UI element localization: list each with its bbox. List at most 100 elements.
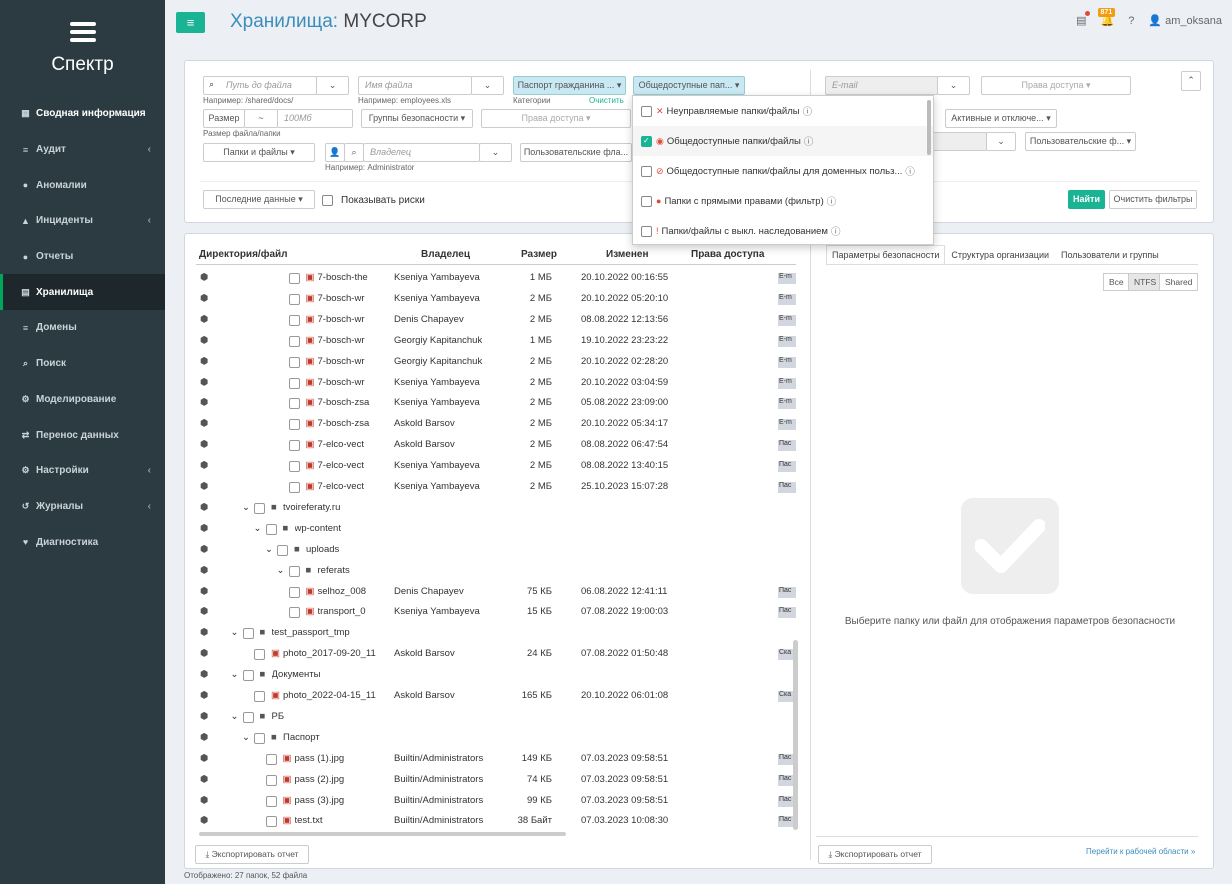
- dropdown-option-3[interactable]: ● Папки с прямыми правами (фильтр) ⓘ: [633, 186, 933, 216]
- chevron-down-icon[interactable]: ⌄: [277, 565, 285, 576]
- row-checkbox[interactable]: [288, 440, 300, 452]
- row-checkbox[interactable]: [265, 523, 277, 535]
- sidebar-item-11[interactable]: ↺ Журналы ‹: [0, 489, 165, 525]
- row-checkbox[interactable]: [288, 356, 300, 368]
- path-options-button[interactable]: ⌄: [316, 76, 349, 95]
- group-options-button[interactable]: ⌄: [986, 132, 1016, 151]
- owner-options-button[interactable]: ⌄: [479, 143, 512, 162]
- tree-scrollbar[interactable]: [793, 640, 798, 830]
- table-row[interactable]: ⬢ ▣ 7-elco-vect Kseniya Yambayeva 2 МБ 08.08.…: [196, 456, 796, 477]
- table-row[interactable]: ⬢ ▣ selhoz_008 Denis Chapayev 75 КБ 06.08.202…: [196, 582, 796, 603]
- table-row[interactable]: ⬢ ▣ 7-elco-vect Askold Barsov 2 МБ 08.08.2022…: [196, 435, 796, 456]
- filename-options-button[interactable]: ⌄: [471, 76, 504, 95]
- table-row[interactable]: ⬢ ▣ photo_2017-09-20_11 Askold Barsov 24 КБ 0…: [196, 644, 796, 665]
- chevron-down-icon[interactable]: ⌄: [254, 523, 262, 534]
- row-checkbox[interactable]: [242, 711, 254, 723]
- sidebar-item-3[interactable]: ▲ Инциденты ‹: [0, 203, 165, 239]
- workspace-link[interactable]: Перейти к рабочей области »: [1086, 847, 1195, 856]
- table-row[interactable]: ⬢ ⌄ ■ wp-content: [196, 519, 796, 540]
- group-input[interactable]: [925, 132, 987, 151]
- filename-input[interactable]: Имя файла: [358, 76, 472, 95]
- sidebar-item-1[interactable]: ≡ Аудит ‹: [0, 132, 165, 168]
- row-checkbox[interactable]: [288, 273, 300, 284]
- dropdown-option-4[interactable]: ! Папки/файлы с выкл. наследованием ⓘ: [633, 216, 933, 246]
- row-checkbox[interactable]: [265, 753, 277, 765]
- table-row[interactable]: ⬢ ▣ 7-bosch-wr Georgiy Kapitanchuk 1 МБ 19.10…: [196, 331, 796, 352]
- table-row[interactable]: ⬢ ⌄ ■ Документы: [196, 665, 796, 686]
- size-input[interactable]: 100Мб: [277, 109, 353, 128]
- row-checkbox[interactable]: [288, 314, 300, 326]
- row-checkbox[interactable]: [242, 628, 254, 640]
- row-checkbox[interactable]: [242, 670, 254, 682]
- table-row[interactable]: ⬢ ⌄ ■ РБ: [196, 707, 796, 728]
- table-row[interactable]: ⬢ ⌄ ■ test_passport_tmp: [196, 623, 796, 644]
- menu-toggle-button[interactable]: ≡: [176, 12, 205, 33]
- active-users-select[interactable]: Активные и отключе... ▾: [945, 109, 1057, 128]
- public-folders-select[interactable]: Общедоступные пап... ▾: [633, 76, 745, 95]
- chevron-down-icon[interactable]: ⌄: [231, 669, 239, 680]
- sidebar-item-10[interactable]: ⚙ Настройки ‹: [0, 453, 165, 489]
- export-right-button[interactable]: ⤓ Экспортировать отчет: [818, 845, 932, 864]
- col-header-size[interactable]: Размер: [521, 249, 557, 260]
- category-select[interactable]: Паспорт гражданина ... ▾: [513, 76, 626, 95]
- table-row[interactable]: ⬢ ▣ transport_0 Kseniya Yambayeva 15 КБ 07.08…: [196, 602, 796, 623]
- row-checkbox[interactable]: [254, 649, 265, 661]
- table-row[interactable]: ⬢ ▣ 7-bosch-wr Georgiy Kapitanchuk 2 МБ 20.10…: [196, 352, 796, 373]
- row-checkbox[interactable]: [265, 816, 277, 828]
- dropdown-scrollbar[interactable]: [927, 100, 931, 155]
- dropdown-option-1[interactable]: ◉Общедоступные папки/файлы ⓘ: [633, 126, 933, 156]
- export-left-button[interactable]: ⤓ Экспортировать отчет: [195, 845, 309, 864]
- chevron-down-icon[interactable]: ⌄: [231, 627, 239, 638]
- sidebar-item-2[interactable]: ● Аномалии: [0, 167, 165, 203]
- table-row[interactable]: ⬢ ▣ test.txt Builtin/Administrators 38 Байт 0…: [196, 811, 796, 832]
- row-checkbox[interactable]: [254, 732, 265, 744]
- row-checkbox[interactable]: [288, 419, 300, 431]
- tab-0[interactable]: Параметры безопасности: [826, 245, 946, 265]
- sidebar-item-9[interactable]: ⇄ Перенос данных: [0, 417, 165, 453]
- segment-shared[interactable]: Shared: [1159, 273, 1199, 291]
- table-row[interactable]: ⬢ ▣ 7-elco-vect Kseniya Yambayeva 2 МБ 25.10.…: [196, 477, 796, 498]
- row-checkbox[interactable]: [265, 774, 277, 786]
- table-row[interactable]: ⬢ ▣ pass (2).jpg Builtin/Administrators 74 К…: [196, 770, 796, 791]
- chevron-down-icon[interactable]: ⌄: [231, 711, 239, 722]
- tree-hscrollbar[interactable]: [199, 832, 566, 836]
- row-checkbox[interactable]: [254, 502, 265, 514]
- tasks-icon[interactable]: ▤: [1076, 11, 1090, 27]
- email-options-button[interactable]: ⌄: [937, 76, 970, 95]
- notifications-icon[interactable]: 🔔 871: [1097, 8, 1116, 27]
- chevron-down-icon[interactable]: ⌄: [265, 544, 273, 555]
- sidebar-item-6[interactable]: ≡ Домены: [0, 310, 165, 346]
- option-checkbox[interactable]: [641, 195, 652, 207]
- option-checkbox[interactable]: [641, 105, 652, 117]
- sidebar-item-8[interactable]: ⚙ Моделирование: [0, 382, 165, 418]
- row-checkbox[interactable]: [254, 691, 265, 702]
- files-folders-select[interactable]: Папки и файлы ▾: [203, 143, 315, 162]
- clear-filters-button[interactable]: Очистить фильтры: [1109, 190, 1197, 209]
- owner-input[interactable]: Владелец: [363, 143, 480, 162]
- show-risks-checkbox[interactable]: [322, 195, 333, 206]
- option-checkbox[interactable]: [641, 225, 652, 237]
- category-clear-link[interactable]: Очистить: [589, 96, 624, 105]
- col-header-modified[interactable]: Изменен: [606, 249, 649, 260]
- table-row[interactable]: ⬢ ▣ 7-bosch-wr Denis Chapayev 2 МБ 08.08.2022…: [196, 310, 796, 331]
- last-data-select[interactable]: Последние данные ▾: [203, 190, 315, 209]
- table-row[interactable]: ⬢ ▣ 7-bosch-zsa Kseniya Yambayeva 2 МБ 05.08.…: [196, 393, 796, 414]
- option-checkbox[interactable]: [641, 165, 652, 177]
- dropdown-option-2[interactable]: ⊘ Общедоступные папки/файлы для доменных …: [633, 156, 933, 186]
- table-row[interactable]: ⬢ ▣ pass (1).jpg Builtin/Administrators 149 …: [196, 749, 796, 770]
- row-checkbox[interactable]: [288, 377, 300, 389]
- row-checkbox[interactable]: [288, 482, 300, 493]
- dropdown-option-0[interactable]: ✕ Неуправляемые папки/файлы ⓘ: [633, 96, 933, 126]
- table-row[interactable]: ⬢ ▣ 7-bosch-zsa Askold Barsov 2 МБ 20.10.2022…: [196, 414, 796, 435]
- option-checkbox[interactable]: [641, 135, 652, 147]
- chevron-down-icon[interactable]: ⌄: [242, 502, 250, 513]
- user-menu[interactable]: 👤 am_oksana: [1148, 14, 1222, 27]
- row-checkbox[interactable]: [288, 461, 300, 473]
- table-row[interactable]: ⬢ ▣ photo_2022-04-15_11 Askold Barsov 165 КБ…: [196, 686, 796, 707]
- row-checkbox[interactable]: [288, 398, 300, 410]
- col-header-path[interactable]: Директория/файл: [199, 249, 288, 260]
- sidebar-item-5[interactable]: ▤ Хранилища: [0, 274, 165, 311]
- table-row[interactable]: ⬢ ▣ 7-bosch-wr Kseniya Yambayeva 2 МБ 20.10.2…: [196, 373, 796, 394]
- table-row[interactable]: ⬢ ⌄ ■ Паспорт: [196, 728, 796, 749]
- table-row[interactable]: ⬢ ⌄ ■ uploads: [196, 540, 796, 561]
